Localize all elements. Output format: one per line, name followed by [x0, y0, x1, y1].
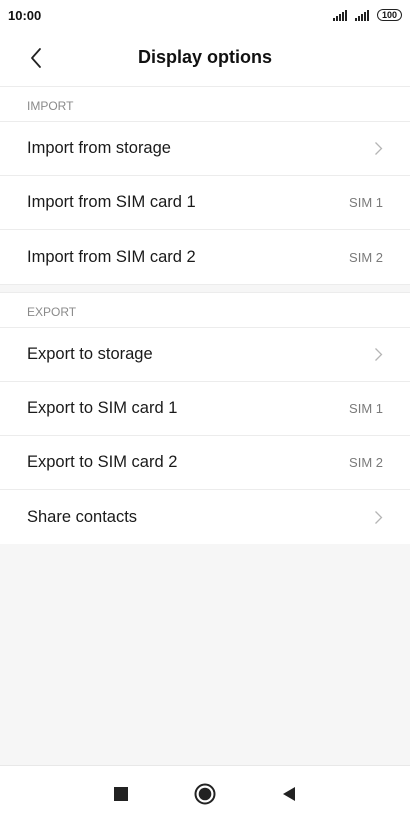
export-section: EXPORT Export to storage Export to SIM c…: [0, 293, 410, 544]
export-to-storage-item[interactable]: Export to storage: [0, 328, 410, 382]
sim-badge: SIM 1: [349, 401, 383, 416]
recents-button[interactable]: [79, 774, 163, 814]
sim-badge: SIM 1: [349, 195, 383, 210]
section-divider: [0, 284, 410, 293]
row-label: Import from SIM card 2: [27, 247, 196, 266]
import-from-sim1-item[interactable]: Import from SIM card 1 SIM 1: [0, 176, 410, 230]
chevron-right-icon: [374, 141, 383, 156]
signal-icon: [354, 9, 369, 21]
export-to-sim2-item[interactable]: Export to SIM card 2 SIM 2: [0, 436, 410, 490]
sim-badge: SIM 2: [349, 249, 383, 265]
options-list: IMPORT Import from storage Import from S…: [0, 87, 410, 544]
status-icons: 100: [332, 9, 402, 21]
status-time: 10:00: [8, 7, 42, 23]
recents-square-icon: [114, 786, 128, 801]
chevron-right-icon: [374, 347, 383, 362]
signal-icon: [332, 9, 347, 21]
section-header-import: IMPORT: [0, 87, 410, 122]
back-nav-button[interactable]: [247, 774, 331, 814]
export-to-sim1-item[interactable]: Export to SIM card 1 SIM 1: [0, 382, 410, 436]
share-contacts-item[interactable]: Share contacts: [0, 490, 410, 544]
system-nav-bar: [0, 765, 410, 821]
section-header-export: EXPORT: [0, 293, 410, 328]
status-bar: 10:00 100: [0, 0, 410, 30]
row-label: Share contacts: [27, 507, 138, 526]
home-circle-icon: [194, 783, 216, 804]
back-triangle-icon: [283, 786, 295, 801]
import-from-storage-item[interactable]: Import from storage: [0, 122, 410, 176]
import-from-sim2-item[interactable]: Import from SIM card 2 SIM 2: [0, 230, 410, 284]
chevron-right-icon: [374, 510, 383, 525]
row-label: Export to SIM card 2: [27, 453, 178, 471]
home-button[interactable]: [163, 774, 247, 814]
app-header: Display options: [0, 30, 410, 87]
row-label: Import from SIM card 1: [27, 193, 196, 211]
row-label: Export to SIM card 1: [27, 399, 178, 417]
import-section: IMPORT Import from storage Import from S…: [0, 87, 410, 284]
page-title: Display options: [137, 47, 272, 67]
row-label: Import from storage: [27, 139, 171, 157]
sim-badge: SIM 2: [349, 455, 383, 470]
row-label: Export to storage: [27, 345, 153, 363]
battery-icon: 100: [376, 9, 402, 21]
